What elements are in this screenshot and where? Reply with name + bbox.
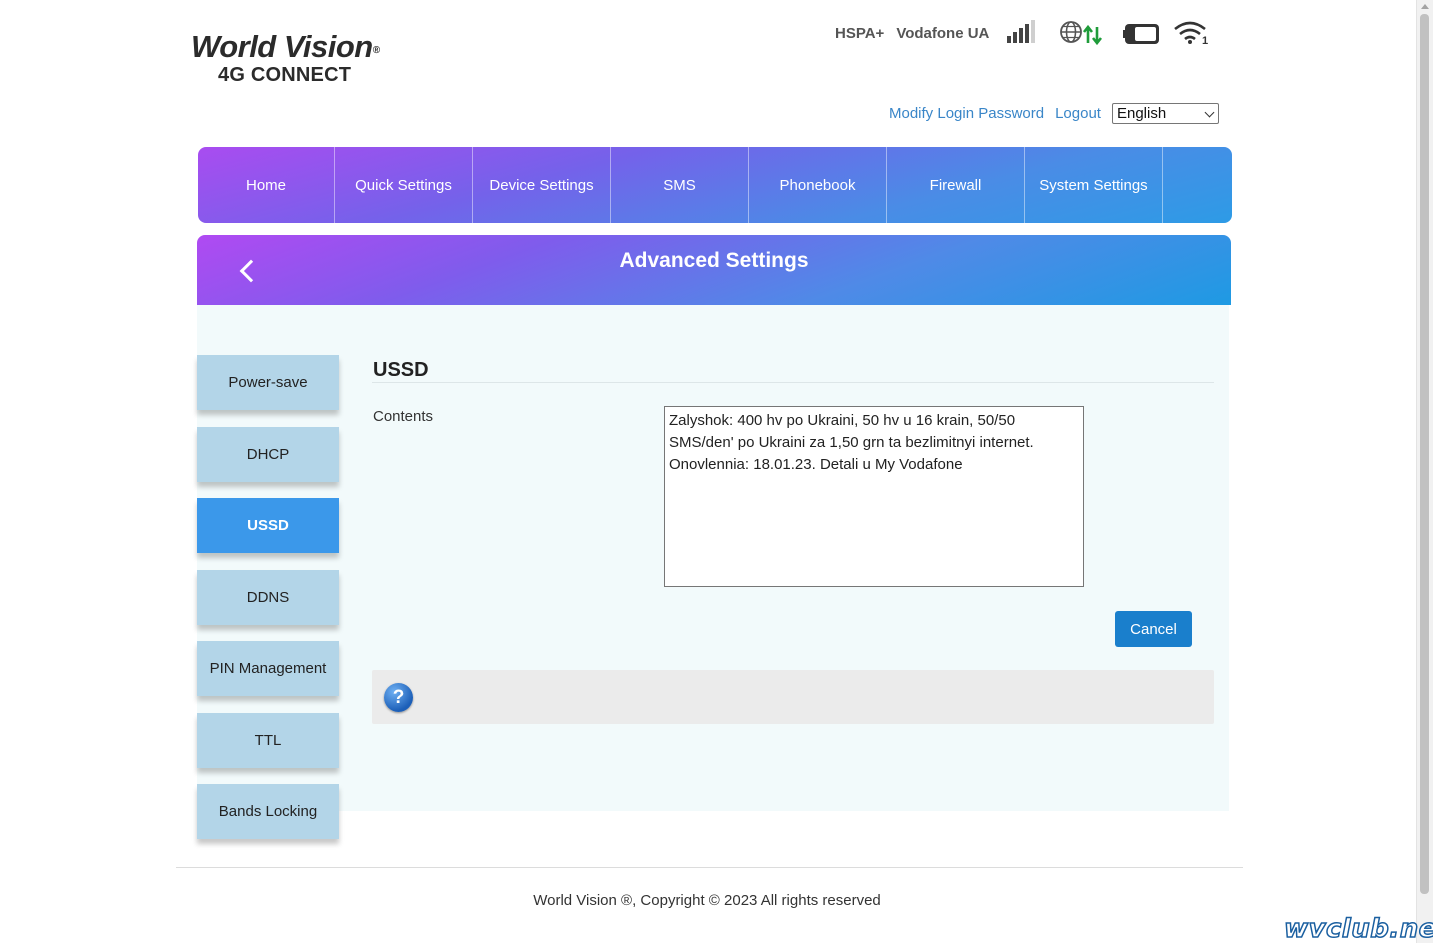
language-select[interactable]: English (1111, 103, 1219, 124)
top-links: Modify Login Password Logout English (889, 103, 1219, 124)
nav-item-system-settings[interactable]: System Settings (1025, 147, 1163, 223)
wifi-clients-count: 1 (1202, 35, 1208, 46)
footer-copyright: World Vision ®, Copyright © 2023 All rig… (533, 892, 881, 909)
section-title: Advanced Settings (619, 249, 809, 272)
network-type: HSPA+ (835, 24, 885, 42)
sidebar-item-bands-locking[interactable]: Bands Locking (197, 784, 339, 839)
operator-name: Vodafone UA (896, 24, 990, 42)
sidebar-item-ddns[interactable]: DDNS (197, 570, 339, 625)
sidebar-item-power-save[interactable]: Power-save (197, 355, 339, 410)
help-icon[interactable]: ? (384, 683, 413, 712)
cancel-button[interactable]: Cancel (1115, 611, 1192, 647)
nav-item-home[interactable]: Home (198, 147, 335, 223)
scrollbar-thumb[interactable] (1420, 14, 1429, 894)
ussd-contents-line: SMS/den' po Ukraini za 1,50 grn ta bezli… (669, 434, 1034, 451)
main-nav: Home Quick Settings Device Settings SMS … (198, 147, 1232, 223)
logo-brand-name: World Vision® (191, 29, 380, 64)
ussd-contents-textarea[interactable]: Zalyshok: 400 hv po Ukraini, 50 hv u 16 … (664, 406, 1084, 587)
internet-connection-icon (1059, 20, 1109, 46)
language-selected-value: English (1116, 105, 1167, 122)
section-header: Advanced Settings (197, 235, 1231, 305)
brand-logo: World Vision® 4G CONNECT (191, 29, 391, 87)
logout-link[interactable]: Logout (1055, 105, 1101, 122)
panel-divider (372, 382, 1214, 383)
scroll-up-arrow-icon[interactable] (1421, 4, 1429, 9)
battery-icon (1123, 20, 1163, 46)
nav-item-sms[interactable]: SMS (611, 147, 749, 223)
help-bar: ? (372, 670, 1214, 724)
footer-divider (176, 867, 1243, 868)
panel-title: USSD (373, 359, 429, 381)
wifi-icon: 1 (1173, 20, 1209, 47)
page-scrollbar[interactable] (1416, 0, 1433, 943)
contents-label: Contents (373, 408, 434, 425)
ussd-contents-line: Zalyshok: 400 hv po Ukraini, 50 hv u 16 … (669, 412, 1016, 429)
sidebar-item-pin-management[interactable]: PIN Management (197, 641, 339, 696)
nav-item-quick-settings[interactable]: Quick Settings (335, 147, 473, 223)
nav-item-device-settings[interactable]: Device Settings (473, 147, 611, 223)
watermark-logo: wvclub.net (1283, 913, 1433, 944)
logo-subtitle: 4G CONNECT (218, 64, 352, 86)
nav-item-phonebook[interactable]: Phonebook (749, 147, 887, 223)
status-bar: HSPA+ Vodafone UA 1 (835, 20, 1209, 47)
chevron-down-icon (1204, 107, 1215, 118)
modify-password-link[interactable]: Modify Login Password (889, 105, 1044, 122)
signal-strength-icon (1007, 20, 1035, 46)
sidebar-item-dhcp[interactable]: DHCP (197, 427, 339, 482)
ussd-contents-line: Onovlennia: 18.01.23. Detali u My Vodafo… (669, 456, 963, 473)
nav-item-firewall[interactable]: Firewall (887, 147, 1025, 223)
sidebar-item-ussd[interactable]: USSD (197, 498, 339, 553)
sidebar-item-ttl[interactable]: TTL (197, 713, 339, 768)
